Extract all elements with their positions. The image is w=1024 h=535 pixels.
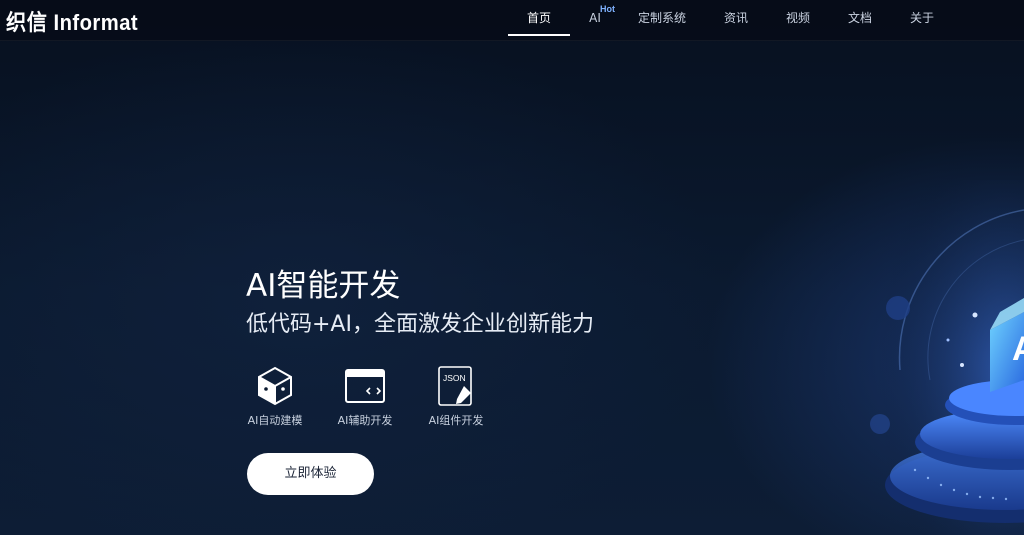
hot-badge: Hot <box>600 4 615 14</box>
nav-item-about[interactable]: 关于 <box>904 0 940 40</box>
feature-assisted-dev-label: AI辅助开发 <box>337 414 393 427</box>
svg-text:JSON: JSON <box>443 373 466 383</box>
nav-item-docs[interactable]: 文档 <box>842 0 878 40</box>
nav-item-docs-label: 文档 <box>847 11 872 25</box>
nav-item-home-label: 首页 <box>526 11 551 25</box>
nav-item-home[interactable]: 首页 <box>508 0 570 40</box>
nav-item-video[interactable]: 视频 <box>780 0 816 40</box>
feature-component-dev-label: AI组件开发 <box>428 414 484 427</box>
svg-text:A: A <box>1012 330 1024 368</box>
feature-auto-modeling-label: AI自动建模 <box>247 414 303 427</box>
nav-item-news-label: 资讯 <box>723 11 748 25</box>
active-tab-indicator <box>508 34 570 36</box>
code-window-icon <box>345 369 385 403</box>
try-now-button[interactable]: 立即体验 <box>247 453 374 495</box>
feature-auto-modeling[interactable]: AI自动建模 <box>240 364 310 428</box>
cube-icon <box>258 366 292 406</box>
nav-item-custom-system[interactable]: 定制系统 <box>630 0 694 40</box>
brand-logo[interactable]: 织信 Informat <box>6 5 138 37</box>
feature-assisted-dev[interactable]: AI辅助开发 <box>330 364 400 428</box>
nav-item-custom-system-label: 定制系统 <box>637 11 686 25</box>
feature-component-dev[interactable]: JSON AI组件开发 <box>421 364 491 428</box>
ai-platform-illustration: A <box>840 180 1024 535</box>
top-navbar: 织信 Informat 首页 AI Hot 定制系统 资讯 视频 文档 关于 <box>0 0 1024 41</box>
nav-item-news[interactable]: 资讯 <box>718 0 754 40</box>
json-edit-icon: JSON <box>438 366 472 406</box>
nav-item-about-label: 关于 <box>909 11 934 25</box>
hero-title: AI智能开发 <box>246 268 401 304</box>
nav-item-video-label: 视频 <box>785 11 810 25</box>
hero-subtitle: 低代码+AI，全面激发企业创新能力 <box>246 312 594 337</box>
